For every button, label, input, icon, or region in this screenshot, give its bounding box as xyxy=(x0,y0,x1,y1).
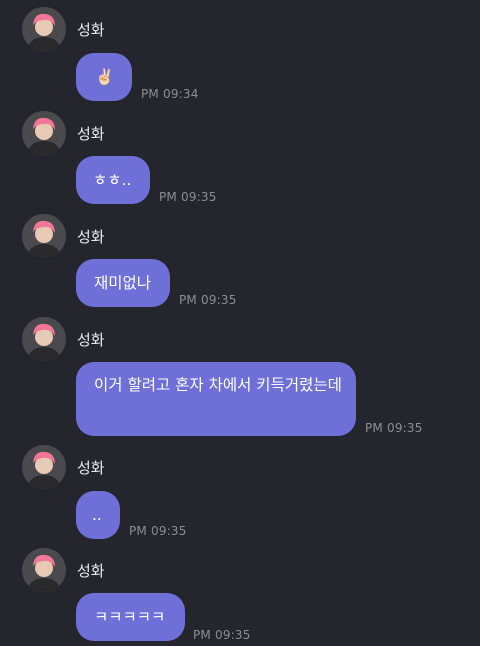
sender-name: 성화 xyxy=(77,21,105,39)
message-time: PM 09:35 xyxy=(365,421,423,435)
message-time: PM 09:35 xyxy=(193,628,251,642)
sender-name: 성화 xyxy=(77,562,105,580)
message-time: PM 09:35 xyxy=(129,524,187,538)
message-bubble[interactable]: ㅋㅋㅋㅋㅋ xyxy=(76,593,185,641)
sender-name: 성화 xyxy=(77,459,105,477)
message-time: PM 09:34 xyxy=(141,87,199,101)
avatar[interactable] xyxy=(22,317,66,361)
avatar[interactable] xyxy=(22,214,66,258)
sender-name: 성화 xyxy=(77,331,105,349)
sender-name: 성화 xyxy=(77,228,105,246)
avatar[interactable] xyxy=(22,548,66,592)
message-bubble[interactable]: .. xyxy=(76,491,120,539)
message-bubble[interactable]: ✌🏻 xyxy=(76,53,132,101)
message-time: PM 09:35 xyxy=(179,293,237,307)
message-bubble[interactable]: 이거 할려고 혼자 차에서 키득거렸는데 xyxy=(76,362,356,436)
avatar[interactable] xyxy=(22,111,66,155)
avatar[interactable] xyxy=(22,7,66,51)
message-bubble[interactable]: 재미없나 xyxy=(76,259,170,307)
chat-list[interactable]: 성화 ✌🏻 PM 09:34 성화 ㅎㅎ.. PM 09:35 성화 재미없나 … xyxy=(0,0,480,646)
avatar[interactable] xyxy=(22,445,66,489)
message-time: PM 09:35 xyxy=(159,190,217,204)
message-bubble[interactable]: ㅎㅎ.. xyxy=(76,156,150,204)
sender-name: 성화 xyxy=(77,125,105,143)
